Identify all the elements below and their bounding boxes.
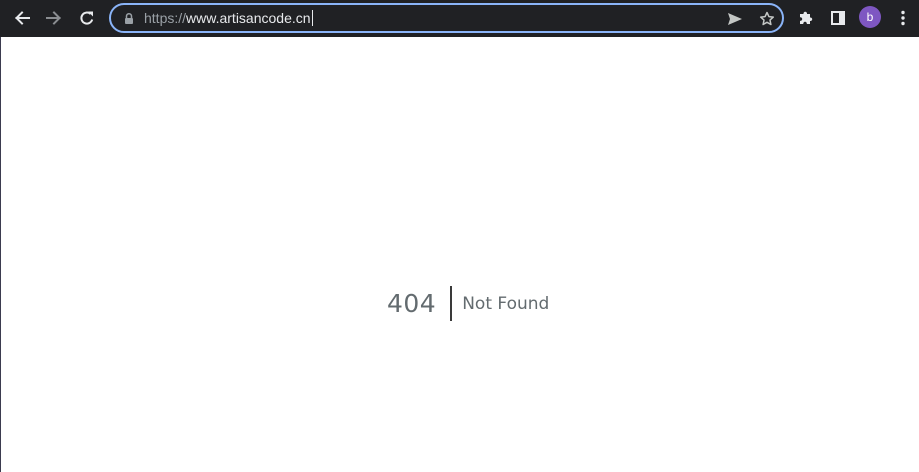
url-text[interactable]: https://www.artisancode.cn (144, 9, 313, 27)
reload-icon (80, 11, 94, 25)
error-block: 404 Not Found (387, 286, 549, 321)
error-code: 404 (387, 289, 437, 318)
puzzle-icon (800, 11, 813, 24)
extensions-button[interactable] (792, 4, 820, 32)
profile-avatar[interactable]: b (859, 6, 881, 28)
url-scheme: https:// (144, 10, 187, 26)
send-icon[interactable] (725, 9, 745, 29)
reload-button[interactable] (73, 4, 101, 32)
side-panel-button[interactable] (824, 4, 852, 32)
browser-toolbar: https://www.artisancode.cn b (0, 0, 919, 37)
menu-button[interactable] (889, 4, 917, 32)
error-message: Not Found (462, 293, 550, 314)
kebab-menu-icon (901, 10, 905, 26)
url-host: www.artisancode.cn (186, 10, 311, 26)
forward-button[interactable] (40, 4, 68, 32)
side-panel-icon (831, 11, 845, 25)
bookmark-star-icon[interactable] (757, 9, 777, 29)
page-content: 404 Not Found (0, 37, 919, 472)
arrow-left-icon (15, 11, 30, 25)
lock-icon[interactable] (122, 11, 136, 25)
address-bar[interactable]: https://www.artisancode.cn (109, 3, 784, 33)
arrow-right-icon (46, 11, 61, 25)
back-button[interactable] (8, 4, 36, 32)
text-caret (311, 10, 313, 26)
